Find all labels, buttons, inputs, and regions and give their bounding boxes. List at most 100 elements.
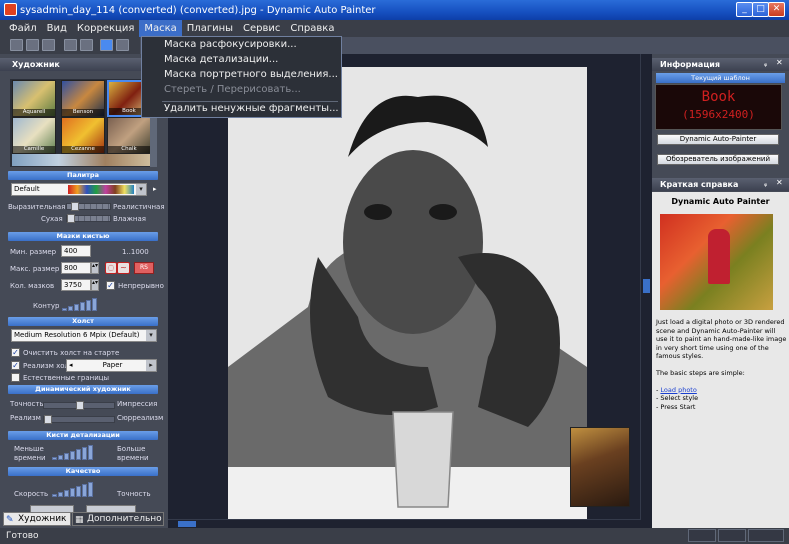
dry-label: Сухая — [41, 215, 63, 223]
canvas-horizontal-scrollbar[interactable] — [168, 519, 640, 528]
slider-knob[interactable] — [71, 202, 79, 211]
load-photo-link[interactable]: Load photo — [660, 386, 696, 394]
natural-borders-checkbox[interactable] — [11, 373, 20, 382]
brush-shape-icon[interactable]: ◌ — [105, 262, 117, 274]
spinner-icon[interactable]: ▴▾ — [91, 262, 99, 274]
style-thumb-cezanne[interactable]: Cezanne — [61, 117, 105, 154]
paper-select[interactable]: ◂ Paper ▸ — [66, 359, 157, 372]
style-thumb-chalk[interactable]: Chalk — [107, 117, 151, 154]
menu-separator — [162, 101, 338, 102]
close-icon[interactable]: ✕ — [776, 178, 783, 187]
slider-knob[interactable] — [76, 401, 84, 410]
menu-item-erase-redraw: Стереть / Перерисовать... — [164, 84, 301, 95]
menu-service[interactable]: Сервис — [238, 20, 285, 37]
less-time-label-2: времени — [14, 454, 46, 462]
led-template-name: Book — [701, 89, 736, 105]
accuracy-label: Точность — [10, 400, 44, 408]
slider-knob[interactable] — [67, 214, 75, 223]
impression-label: Импрессия — [117, 400, 158, 408]
expressive-slider[interactable] — [66, 202, 111, 211]
brush-icon: ✎ — [6, 515, 14, 525]
menu-correction[interactable]: Коррекция — [72, 20, 139, 37]
tab-additional[interactable]: ▦ Дополнительно — [72, 512, 164, 526]
help-body: Just load a digital photo or 3D rendered… — [656, 318, 787, 411]
status-text: Готово — [6, 531, 39, 541]
canvas-vertical-scrollbar[interactable] — [640, 54, 652, 520]
canvas-realism-checkbox[interactable]: ✓ — [11, 361, 20, 370]
count-field[interactable]: 3750 — [61, 279, 91, 291]
wetness-slider[interactable] — [66, 214, 111, 223]
tab-artist[interactable]: ✎ Художник — [3, 512, 71, 526]
new-icon[interactable] — [10, 39, 23, 51]
clear-canvas-checkbox[interactable]: ✓ — [11, 348, 20, 357]
detail-header: Кисти детализации — [8, 431, 158, 440]
painting-figure — [708, 229, 730, 284]
maximize-button[interactable]: □ — [752, 2, 769, 17]
menu-mask[interactable]: Маска — [139, 20, 182, 37]
spinner-icon[interactable]: ▴▾ — [91, 279, 99, 291]
menu-file[interactable]: Файл — [4, 20, 42, 37]
contour-level-bars[interactable] — [62, 295, 97, 311]
quality-level-bars[interactable] — [52, 481, 93, 497]
paper-prev-icon: ◂ — [69, 361, 73, 369]
portrait-photo — [228, 67, 587, 519]
expressive-label: Выразительная — [8, 203, 66, 211]
toolbar — [0, 37, 140, 54]
rs-button[interactable]: RS — [134, 262, 154, 274]
impression-slider[interactable] — [43, 401, 115, 410]
title-bar: sysadmin_day_114 (converted) (converted)… — [0, 0, 789, 20]
style-thumb-aquarell[interactable]: Aquarell — [12, 80, 56, 117]
surrealism-slider[interactable] — [43, 415, 115, 424]
menu-item-unsharp-mask[interactable]: Маска расфокусировки... — [164, 39, 297, 50]
image-browser-button[interactable]: Обозреватель изображений — [657, 154, 779, 165]
brush-curve-icon[interactable]: ~ — [117, 262, 130, 274]
pin-icon[interactable]: ᵩ — [764, 59, 767, 68]
style-thumb-benson[interactable]: Benson — [61, 80, 105, 117]
led-template-display: Book (1596x2400) — [655, 84, 782, 130]
continuous-checkbox[interactable]: ✓ — [106, 281, 115, 290]
resolution-select[interactable]: Medium Resolution 6 Mpix (Default) ▾ — [11, 329, 157, 342]
status-bar: Готово — [0, 528, 789, 544]
close-button[interactable]: ✕ — [768, 2, 785, 17]
max-size-label: Макс. размер — [10, 265, 60, 273]
menu-view[interactable]: Вид — [42, 20, 72, 37]
detail-level-bars[interactable] — [52, 444, 93, 460]
min-size-label: Мин. размер — [10, 248, 57, 256]
close-icon[interactable]: ✕ — [776, 58, 783, 67]
copy-icon[interactable] — [64, 39, 77, 51]
palette-select[interactable]: Default ▾ — [11, 183, 147, 196]
zoom-icon[interactable] — [116, 39, 129, 51]
menu-item-portrait-mask[interactable]: Маска портретного выделения... — [164, 69, 338, 80]
min-size-field[interactable]: 400 — [61, 245, 91, 257]
slider-knob[interactable] — [44, 415, 52, 424]
palette-next-icon[interactable]: ▸ — [153, 185, 157, 193]
style-thumbs-row[interactable] — [12, 154, 152, 166]
pin-icon[interactable]: ᵩ — [764, 179, 767, 188]
open-icon[interactable] — [26, 39, 39, 51]
menu-item-remove-fragments[interactable]: Удалить ненужные фрагменты... — [164, 103, 339, 114]
scroll-thumb[interactable] — [178, 521, 196, 527]
max-size-field[interactable]: 800 — [61, 262, 91, 274]
menu-help[interactable]: Справка — [285, 20, 339, 37]
wet-label: Влажная — [113, 215, 146, 223]
menu-plugins[interactable]: Плагины — [182, 20, 238, 37]
menu-bar: Файл Вид Коррекция Маска Плагины Сервис … — [0, 20, 789, 37]
strokes-header: Мазки кистью — [8, 232, 158, 241]
info-panel-title: Информация — [652, 58, 789, 71]
image-icon[interactable] — [100, 39, 113, 51]
working-image[interactable] — [228, 67, 587, 519]
continuous-label: Непрерывно — [118, 282, 164, 290]
scroll-thumb[interactable] — [643, 279, 650, 293]
palette-icon: ▦ — [75, 515, 84, 525]
mask-menu-dropdown: Маска расфокусировки... Маска детализаци… — [141, 36, 342, 118]
current-template-header: Текущий шаблон — [656, 73, 785, 83]
dap-button[interactable]: Dynamic Auto-Painter — [657, 134, 779, 145]
save-icon[interactable] — [42, 39, 55, 51]
dynamic-header: Динамический художник — [8, 385, 158, 394]
style-thumb-camille[interactable]: Camille — [12, 117, 56, 154]
paste-icon[interactable] — [80, 39, 93, 51]
minimize-button[interactable]: _ — [736, 2, 753, 17]
led-template-size: (1596x2400) — [682, 108, 755, 121]
template-thumbnail[interactable] — [570, 427, 630, 507]
menu-item-detail-mask[interactable]: Маска детализации... — [164, 54, 278, 65]
